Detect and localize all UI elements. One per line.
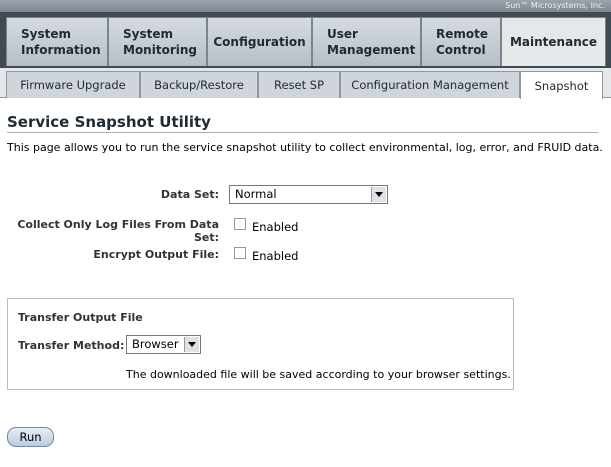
sub-tab-bar: Firmware Upgrade Backup/Restore Reset SP… [0,68,611,99]
page-title: Service Snapshot Utility [7,113,211,131]
data-set-select[interactable]: Normal [229,185,388,204]
tab-label: Maintenance [509,35,597,49]
main-tab-bar: System Information System Monitoring Confi… [0,12,611,68]
subtab-backup-restore[interactable]: Backup/Restore [140,71,258,98]
run-button[interactable]: Run [7,427,54,447]
subtab-reset-sp[interactable]: Reset SP [258,71,340,98]
tab-label: User Management [327,27,416,57]
encrypt-output-checkbox[interactable] [234,247,246,259]
transfer-note: The downloaded file will be saved accord… [126,368,511,381]
subtab-configuration-management[interactable]: Configuration Management [340,71,520,98]
transfer-method-select[interactable]: Browser [126,335,201,354]
encrypt-output-option-label: Enabled [252,249,299,263]
transfer-method-label: Transfer Method: [18,339,125,352]
collect-logs-checkbox[interactable] [234,218,246,230]
title-divider [7,132,598,133]
tab-user-management[interactable]: User Management [312,17,421,66]
tab-label: System Monitoring [123,27,197,57]
collect-logs-label: Collect Only Log Files From Data Set: [17,218,219,244]
transfer-output-title: Transfer Output File [18,311,143,324]
subtab-firmware-upgrade[interactable]: Firmware Upgrade [6,71,140,98]
tab-system-information[interactable]: System Information [6,17,108,66]
top-banner: Sun™ Microsystems, Inc. [0,0,611,12]
chevron-down-icon [371,187,386,202]
chevron-down-icon [184,337,199,352]
encrypt-output-label: Encrypt Output File: [93,248,219,261]
tab-maintenance[interactable]: Maintenance [501,17,606,66]
tab-configuration[interactable]: Configuration [207,17,312,66]
tab-label: System Information [21,27,101,57]
data-set-label: Data Set: [160,188,219,201]
tab-system-monitoring[interactable]: System Monitoring [108,17,207,66]
collect-logs-option-label: Enabled [252,220,299,234]
subtab-snapshot[interactable]: Snapshot [520,71,603,99]
page-description: This page allows you to run the service … [7,141,603,154]
tab-label: Configuration [213,35,306,49]
brand-label: Sun™ Microsystems, Inc. [505,1,605,10]
tab-label: Remote Control [436,27,489,57]
tab-remote-control[interactable]: Remote Control [421,17,501,66]
